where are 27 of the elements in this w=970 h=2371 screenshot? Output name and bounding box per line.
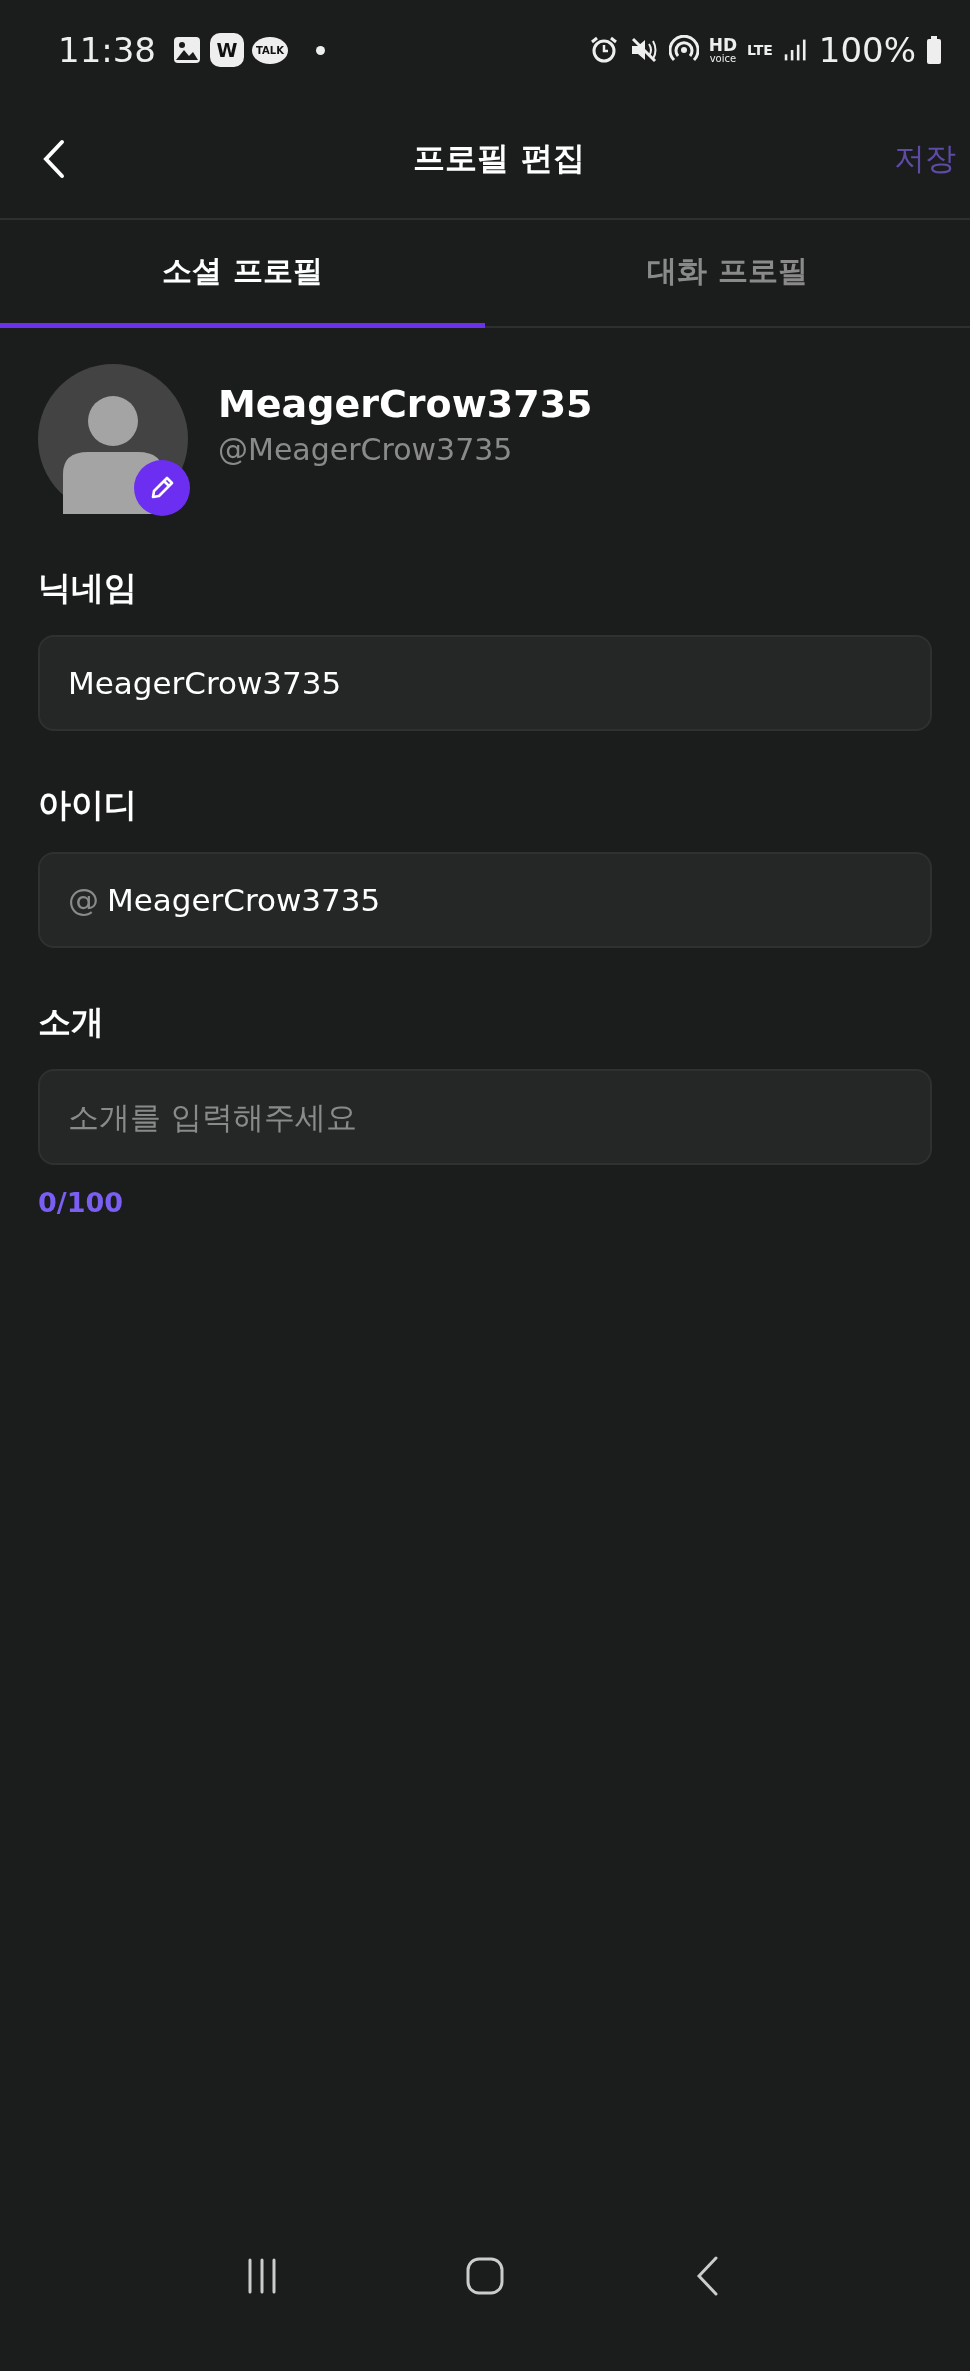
page-title: 프로필 편집 [413, 138, 585, 179]
tab[interactable]: 소셜 프로필 [0, 220, 485, 328]
home-icon[interactable] [465, 2256, 505, 2296]
image-icon [172, 35, 202, 65]
status-time: 11:38 [58, 30, 156, 70]
hd-voice-indicator: HD voice [708, 36, 738, 64]
at-sign-prefix: @ [68, 882, 99, 918]
input-field[interactable]: MeagerCrow3735 [38, 635, 932, 731]
id-field[interactable]: @ MeagerCrow3735 [38, 852, 932, 948]
alarm-icon [588, 35, 619, 65]
tab[interactable]: 대화 프로필 [485, 220, 970, 328]
profile-name: MeagerCrow3735 [218, 381, 593, 426]
battery-level: 100% [818, 30, 916, 70]
field-label: 소개 [38, 1001, 104, 1043]
back-icon[interactable] [42, 139, 66, 179]
profile-handle: @MeagerCrow3735 [218, 431, 514, 467]
character-counter: 0/100 [38, 1187, 123, 1218]
dot-icon [315, 45, 325, 55]
field-label: 닉네임 [38, 567, 137, 609]
field-label: 아이디 [38, 784, 137, 826]
input-field[interactable]: 소개를 입력해주세요 [38, 1069, 932, 1165]
battery-icon [926, 35, 942, 65]
app-badge: W [210, 33, 244, 67]
edit-pencil-icon[interactable] [134, 460, 190, 516]
input-field[interactable]: MeagerCrow3735 [107, 882, 902, 918]
network-indicator: LTE [747, 42, 773, 58]
chat-badge: TALK [252, 36, 288, 64]
